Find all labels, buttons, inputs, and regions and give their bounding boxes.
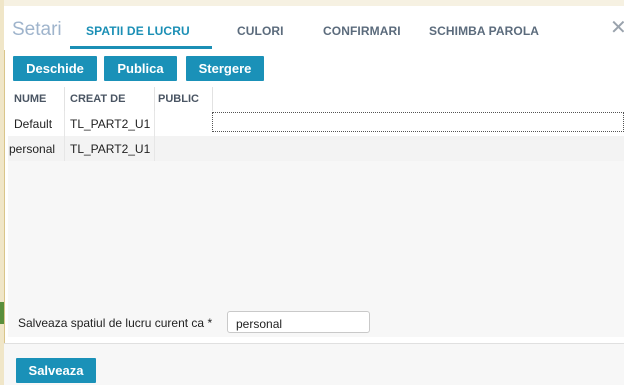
column-header-created-by[interactable]: CREAT DE xyxy=(70,93,125,105)
row-focus-outline xyxy=(212,112,624,132)
table-row[interactable]: personal TL_PART2_U1 xyxy=(8,136,624,161)
column-header-public[interactable]: PUBLIC xyxy=(158,93,199,105)
cell-name: personal xyxy=(9,142,56,156)
table-header: NUME CREAT DE PUBLIC xyxy=(8,87,624,111)
dialog-header: Setari SPATII DE LUCRU CULORI CONFIRMARI… xyxy=(4,6,624,50)
tab-confirmations[interactable]: CONFIRMARI xyxy=(323,24,401,38)
active-tab-indicator xyxy=(70,46,212,49)
dialog-title: Setari xyxy=(12,19,62,40)
tab-colors[interactable]: CULORI xyxy=(237,24,284,38)
save-button[interactable]: Salveaza xyxy=(16,358,96,383)
open-button[interactable]: Deschide xyxy=(13,56,97,81)
publish-button[interactable]: Publica xyxy=(104,56,177,81)
workspaces-table: NUME CREAT DE PUBLIC Default TL_PART2_U1… xyxy=(8,87,624,337)
save-workspace-label: Salveaza spatiul de lucru curent ca * xyxy=(18,316,213,330)
cell-created-by: TL_PART2_U1 xyxy=(70,117,151,131)
workspace-name-input[interactable] xyxy=(227,311,370,333)
settings-dialog: Setari SPATII DE LUCRU CULORI CONFIRMARI… xyxy=(0,0,624,385)
close-icon[interactable]: ✕ xyxy=(610,18,624,38)
left-edge-strip xyxy=(0,0,5,385)
cell-created-by: TL_PART2_U1 xyxy=(70,142,151,156)
tab-workspaces[interactable]: SPATII DE LUCRU xyxy=(86,24,190,38)
left-edge-marker xyxy=(0,302,4,324)
column-header-name[interactable]: NUME xyxy=(14,93,46,105)
dialog-footer xyxy=(4,344,624,385)
delete-button[interactable]: Stergere xyxy=(186,56,264,81)
tab-change-password[interactable]: SCHIMBA PAROLA xyxy=(429,24,539,38)
cell-name: Default xyxy=(14,117,53,131)
